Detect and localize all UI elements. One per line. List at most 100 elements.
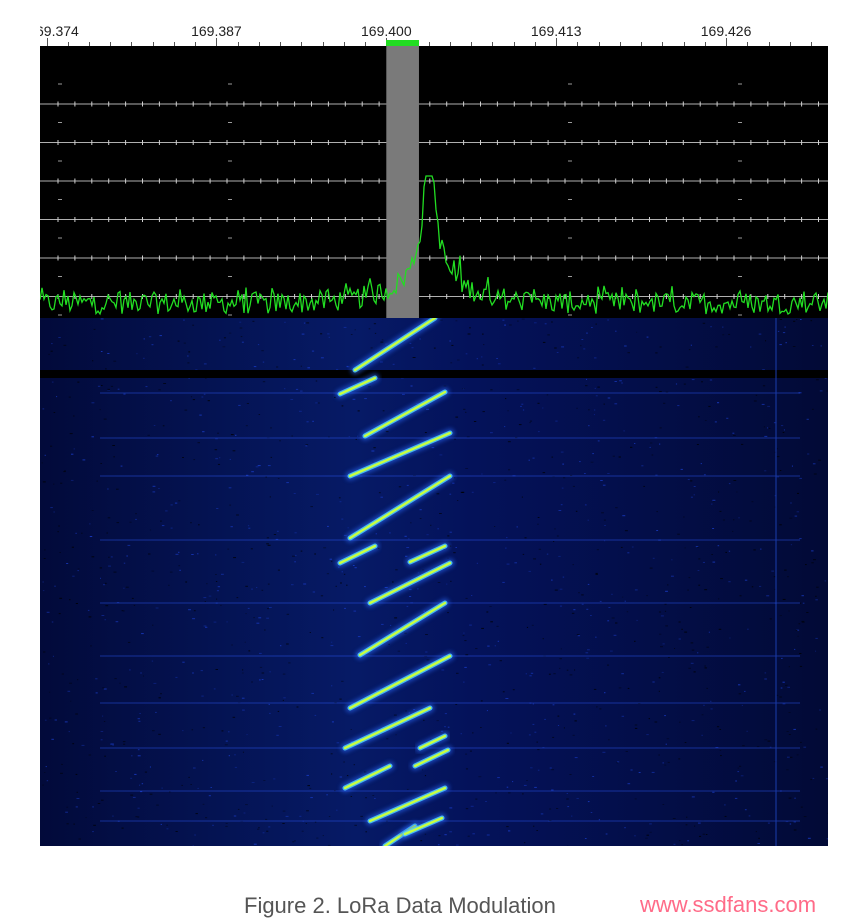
noise-speckle	[779, 524, 782, 526]
noise-speckle	[394, 450, 396, 452]
noise-speckle	[794, 797, 796, 799]
noise-speckle	[137, 807, 140, 809]
noise-speckle	[115, 621, 119, 623]
noise-speckle	[346, 366, 350, 368]
noise-speckle	[776, 476, 779, 478]
noise-speckle	[742, 745, 745, 747]
noise-speckle	[472, 732, 474, 734]
noise-speckle	[48, 663, 50, 665]
noise-speckle	[344, 607, 346, 609]
noise-speckle	[624, 827, 626, 829]
noise-speckle	[130, 794, 134, 796]
noise-speckle	[44, 772, 46, 773]
noise-speckle	[553, 673, 556, 675]
noise-speckle	[203, 393, 206, 395]
noise-speckle	[796, 754, 799, 756]
noise-speckle	[522, 409, 525, 411]
noise-speckle	[646, 734, 649, 736]
noise-speckle	[439, 454, 443, 456]
noise-speckle	[761, 403, 765, 405]
noise-speckle	[559, 588, 563, 590]
noise-speckle	[115, 771, 117, 772]
noise-speckle	[405, 710, 407, 712]
noise-speckle	[261, 672, 265, 674]
noise-speckle	[153, 682, 157, 684]
noise-speckle	[320, 357, 324, 359]
noise-speckle	[596, 549, 599, 551]
noise-speckle	[59, 597, 63, 599]
noise-speckle	[188, 378, 190, 379]
noise-speckle	[303, 322, 306, 324]
noise-speckle	[586, 608, 589, 610]
noise-speckle	[475, 648, 478, 650]
noise-speckle	[350, 729, 352, 730]
noise-speckle	[581, 594, 584, 596]
noise-speckle	[696, 444, 699, 445]
noise-speckle	[655, 386, 658, 388]
noise-speckle	[608, 739, 610, 741]
noise-speckle	[677, 533, 680, 535]
frequency-ruler[interactable]: 69.374 169.387 169.400 169.413 169.426	[40, 18, 828, 47]
noise-speckle	[423, 719, 425, 721]
waterfall-display[interactable]	[40, 318, 828, 846]
noise-speckle	[658, 677, 661, 679]
noise-speckle	[234, 754, 236, 756]
noise-speckle	[295, 388, 299, 390]
noise-speckle	[741, 443, 744, 445]
noise-speckle	[42, 408, 45, 410]
noise-speckle	[416, 588, 419, 590]
noise-speckle	[340, 582, 342, 584]
noise-speckle	[177, 340, 180, 342]
noise-speckle	[634, 798, 637, 800]
noise-speckle	[788, 797, 792, 799]
noise-speckle	[824, 580, 827, 582]
noise-speckle	[465, 353, 468, 355]
noise-speckle	[90, 645, 92, 647]
noise-speckle	[560, 451, 564, 453]
noise-speckle	[394, 617, 398, 619]
noise-speckle	[506, 537, 508, 539]
noise-speckle	[578, 592, 580, 594]
noise-speckle	[75, 713, 78, 715]
noise-speckle	[665, 625, 668, 627]
noise-speckle	[251, 588, 253, 590]
noise-speckle	[54, 719, 57, 721]
noise-speckle	[750, 346, 752, 348]
noise-speckle	[213, 621, 217, 623]
noise-speckle	[524, 537, 527, 539]
noise-speckle	[528, 570, 531, 572]
noise-speckle	[815, 637, 818, 639]
noise-speckle	[215, 458, 218, 460]
spectrum-display[interactable]	[40, 46, 828, 318]
noise-speckle	[66, 806, 69, 808]
noise-speckle	[193, 459, 196, 461]
noise-speckle	[482, 411, 485, 413]
noise-speckle	[636, 331, 638, 333]
noise-speckle	[108, 556, 110, 558]
noise-speckle	[41, 462, 43, 464]
noise-speckle	[112, 744, 114, 746]
noise-speckle	[576, 634, 580, 636]
noise-speckle	[722, 326, 724, 328]
noise-speckle	[709, 379, 713, 381]
noise-speckle	[552, 736, 555, 738]
noise-speckle	[703, 474, 706, 476]
noise-speckle	[409, 342, 412, 344]
noise-speckle	[788, 712, 791, 713]
noise-speckle	[97, 803, 101, 804]
noise-speckle	[137, 749, 140, 751]
noise-speckle	[103, 418, 107, 420]
noise-speckle	[188, 609, 191, 611]
noise-speckle	[684, 547, 686, 549]
noise-speckle	[46, 611, 50, 613]
noise-speckle	[310, 506, 313, 508]
noise-speckle	[42, 784, 44, 786]
noise-speckle	[465, 654, 469, 656]
noise-speckle	[217, 432, 219, 434]
noise-speckle	[137, 755, 141, 757]
noise-speckle	[664, 610, 667, 612]
noise-speckle	[352, 565, 355, 566]
noise-speckle	[148, 553, 151, 555]
noise-speckle	[294, 554, 297, 556]
noise-speckle	[741, 704, 743, 706]
